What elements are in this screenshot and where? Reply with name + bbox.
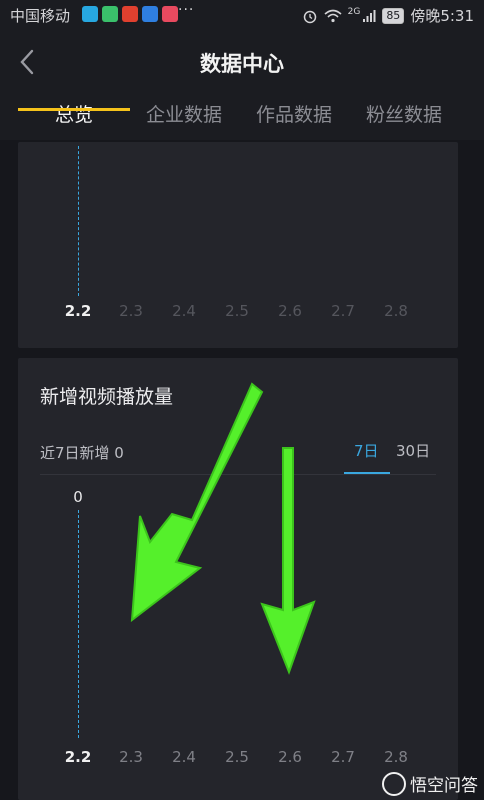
card-title: 新增视频播放量: [40, 386, 174, 408]
range-tab-7-days[interactable]: 7日: [354, 440, 379, 461]
y-value-label: 0: [73, 488, 83, 506]
tab-fans-data[interactable]: 粉丝数据: [349, 100, 459, 127]
signal-icon: [363, 9, 376, 22]
chart-marker-line: [78, 146, 79, 296]
x-tick-label: 2.5: [225, 748, 249, 766]
x-tick-label: 2.4: [172, 302, 196, 320]
notification-icons: [82, 6, 178, 22]
recent-7-day-summary: 近7日新增 0: [40, 444, 124, 462]
x-tick-label: 2.8: [384, 748, 408, 766]
x-tick-label: 2.6: [278, 302, 302, 320]
carrier-label: 中国移动: [10, 7, 71, 25]
browser-app-icon: [102, 6, 118, 22]
x-tick-label: 2.4: [172, 748, 196, 766]
video-plays-card: 新增视频播放量 近7日新增 0 7日 30日 0 2.2 2.3 2.4 2.5…: [18, 358, 458, 800]
tab-works-data[interactable]: 作品数据: [239, 100, 349, 127]
tab-overview[interactable]: 总览: [19, 100, 129, 127]
range-tab-30-days[interactable]: 30日: [396, 440, 430, 461]
chart-card-previous: 2.2 2.3 2.4 2.5 2.6 2.7 2.8: [18, 142, 458, 348]
clock-time: 傍晚5:31: [410, 7, 474, 25]
page-title: 数据中心: [200, 52, 284, 76]
x-tick-label: 2.3: [119, 302, 143, 320]
x-tick-label: 2.7: [331, 748, 355, 766]
watermark-text: 悟空问答: [410, 776, 478, 796]
battery-level: 85: [382, 7, 405, 24]
x-tick-label: 2.5: [225, 302, 249, 320]
x-tick-label: 2.7: [331, 302, 355, 320]
x-tick-label: 2.3: [119, 748, 143, 766]
x-tick-label: 2.8: [384, 302, 408, 320]
news-app-icon: [122, 6, 138, 22]
card-divider: [40, 474, 436, 475]
wifi-icon: [324, 9, 342, 22]
shield-app-icon: [142, 6, 158, 22]
chart-marker-line: [78, 510, 79, 738]
alarm-icon: [303, 10, 316, 23]
app-header: 数据中心 总览 企业数据 作品数据 粉丝数据: [0, 30, 484, 140]
wukong-logo-icon: [382, 771, 406, 796]
map-app-icon: [162, 6, 178, 22]
x-tick-label: 2.2: [64, 302, 92, 320]
more-notifications-icon: ···: [178, 2, 195, 18]
tab-bar: 总览 企业数据 作品数据 粉丝数据: [0, 96, 484, 140]
x-tick-label: 2.2: [64, 748, 92, 766]
video-app-icon: [82, 6, 98, 22]
status-right: 2G 85 傍晚5:31: [302, 5, 474, 26]
active-tab-indicator: [18, 108, 130, 111]
x-tick-label: 2.6: [278, 748, 302, 766]
tab-enterprise-data[interactable]: 企业数据: [129, 100, 239, 127]
wukong-watermark: 悟空问答: [382, 771, 478, 796]
network-type-label: 2G: [347, 6, 361, 17]
status-bar: 中国移动 ··· 2G 85 傍晚5:31: [0, 0, 484, 30]
